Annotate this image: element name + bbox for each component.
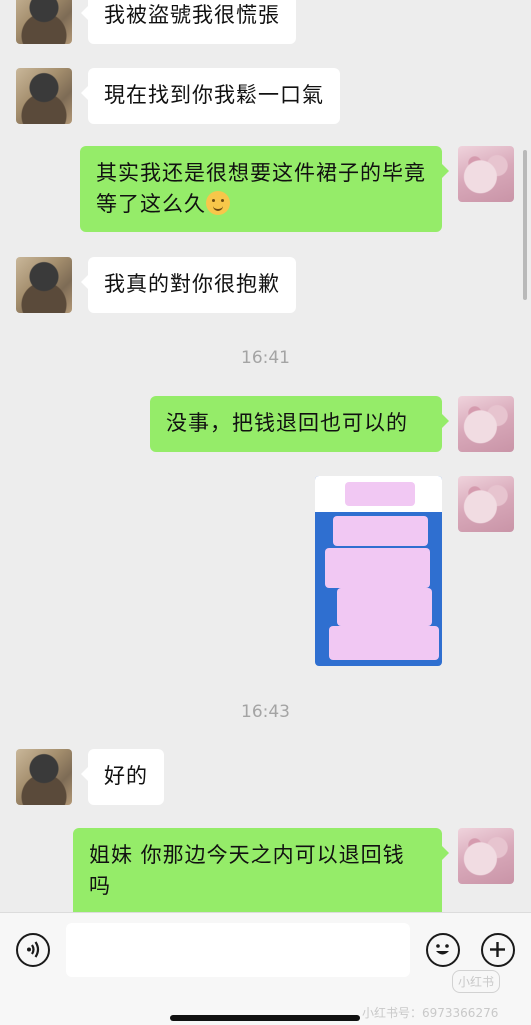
home-indicator[interactable] [170, 1015, 360, 1021]
voice-icon[interactable] [16, 933, 50, 967]
message-text: 我真的對你很抱歉 [104, 272, 280, 296]
message-text: 好的 [104, 764, 148, 788]
outgoing-message[interactable]: 没事，把钱退回也可以的 [150, 396, 449, 452]
plus-icon[interactable] [481, 933, 515, 967]
incoming-message[interactable]: 我被盜號我很慌張 [81, 0, 296, 44]
redaction-blur [337, 588, 432, 626]
message-input[interactable] [66, 923, 410, 977]
watermark-logo: 小红书 [452, 970, 501, 993]
contact-avatar[interactable] [16, 68, 72, 124]
watermark-id: 小红书号：6973366276 [362, 1006, 499, 1020]
self-avatar[interactable] [458, 828, 514, 884]
scrollbar[interactable] [523, 150, 527, 300]
incoming-message[interactable]: 現在找到你我鬆一口氣 [81, 68, 340, 124]
outgoing-message[interactable]: 其实我还是很想要这件裙子的毕竟等了这么久 [80, 146, 449, 232]
redaction-blur [333, 516, 428, 546]
redaction-blur [345, 482, 415, 506]
redaction-blur [329, 626, 439, 660]
timestamp: 16:41 [241, 348, 290, 368]
incoming-message[interactable]: 好的 [81, 749, 164, 805]
self-avatar[interactable] [458, 146, 514, 202]
image-message[interactable] [315, 476, 442, 666]
contact-avatar[interactable] [16, 0, 72, 44]
emoji-icon[interactable] [426, 933, 460, 967]
contact-avatar[interactable] [16, 749, 72, 805]
message-text: 我被盜號我很慌張 [104, 3, 280, 27]
outgoing-message[interactable]: 姐妹 你那边今天之内可以退回钱吗 [73, 828, 449, 912]
input-bar: 小红书 小红书号：6973366276 [0, 912, 531, 1025]
chat-area[interactable]: 我被盜號我很慌張 現在找到你我鬆一口氣 其实我还是很想要这件裙子的毕竟等了这么久… [0, 0, 531, 912]
message-text: 姐妹 你那边今天之内可以退回钱吗 [89, 843, 405, 898]
timestamp: 16:43 [241, 702, 290, 722]
message-text: 没事，把钱退回也可以的 [166, 411, 408, 435]
message-text: 其实我还是很想要这件裙子的毕竟等了这么久 [96, 161, 426, 216]
incoming-message[interactable]: 我真的對你很抱歉 [81, 257, 296, 313]
contact-avatar[interactable] [16, 257, 72, 313]
self-avatar[interactable] [458, 396, 514, 452]
message-text: 現在找到你我鬆一口氣 [104, 83, 324, 107]
crying-laughing-emoji-icon [206, 191, 230, 215]
redaction-blur [325, 548, 430, 588]
self-avatar[interactable] [458, 476, 514, 532]
